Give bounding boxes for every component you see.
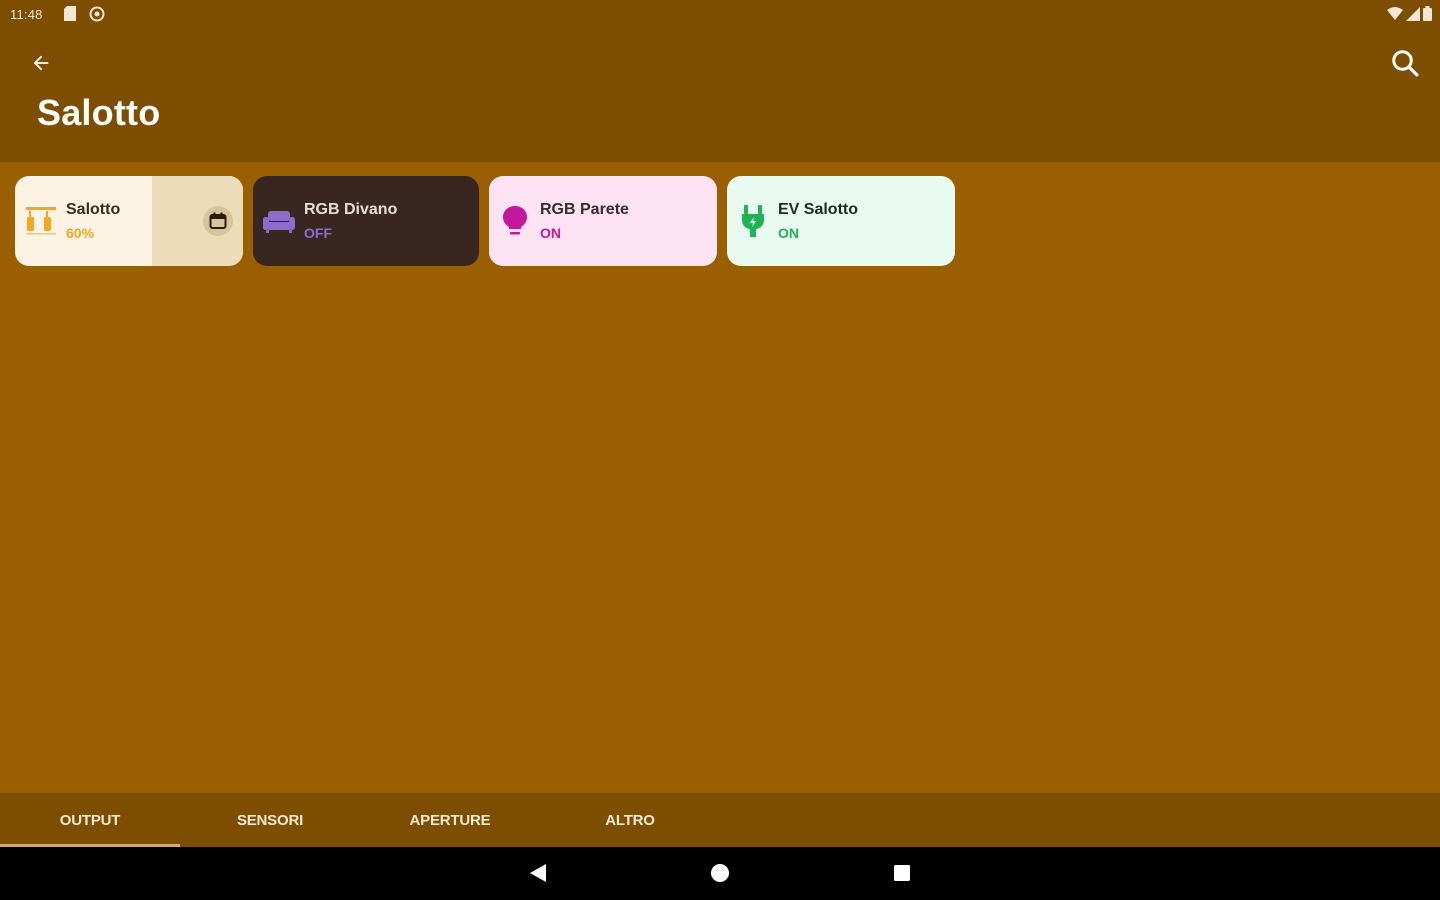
- tile-name: EV Salotto: [778, 201, 859, 218]
- tile-salotto[interactable]: Salotto 60%: [15, 176, 243, 266]
- tile-name: RGB Parete: [540, 201, 629, 218]
- tab-output[interactable]: OUTPUT: [0, 793, 180, 847]
- tile-ev-salotto[interactable]: EV Salotto ON: [727, 176, 955, 266]
- tab-altro[interactable]: ALTRO: [540, 793, 720, 847]
- arrow-back-icon: [33, 55, 49, 71]
- tile-state: 60%: [66, 225, 95, 241]
- tile-rgb-divano[interactable]: RGB Divano OFF: [253, 176, 479, 266]
- tile-state: ON: [778, 225, 799, 241]
- back-button[interactable]: [26, 48, 56, 78]
- tile-name: RGB Divano: [304, 201, 398, 218]
- status-bar: 11:48: [0, 0, 1440, 30]
- lightbulb-icon: [499, 204, 531, 238]
- sofa-icon: [263, 204, 295, 238]
- device-tile-grid: Salotto 60% RGB Divano OFF RGB Parete ON…: [15, 176, 955, 266]
- nav-recents-button[interactable]: [887, 858, 917, 888]
- tile-rgb-parete[interactable]: RGB Parete ON: [489, 176, 717, 266]
- sync-icon: [89, 6, 105, 22]
- plug-icon: [737, 204, 769, 238]
- page-title: Salotto: [37, 92, 161, 133]
- tab-sensori[interactable]: SENSORI: [180, 793, 360, 847]
- search-button[interactable]: [1388, 46, 1422, 80]
- schedule-button[interactable]: [203, 206, 233, 236]
- tab-aperture[interactable]: APERTURE: [360, 793, 540, 847]
- cell-signal-icon: [1406, 6, 1420, 26]
- wifi-icon: [1387, 6, 1403, 26]
- tile-name: Salotto: [66, 201, 121, 218]
- nav-back-button[interactable]: [523, 858, 553, 888]
- tab-bar: OUTPUT SENSORI APERTURE ALTRO: [0, 793, 1440, 847]
- recents-square-icon: [894, 865, 910, 881]
- calendar-icon: [209, 212, 227, 229]
- tile-state: OFF: [304, 225, 332, 241]
- home-circle-icon: [711, 864, 729, 882]
- back-triangle-icon: [530, 864, 546, 882]
- shutter-icon: [25, 204, 57, 238]
- nav-home-button[interactable]: [705, 858, 735, 888]
- status-time: 11:48: [10, 7, 43, 22]
- tile-state: ON: [540, 225, 561, 241]
- battery-icon: [1423, 6, 1432, 26]
- system-nav-bar: [0, 847, 1440, 900]
- sd-card-icon: [64, 6, 76, 21]
- top-app-bar: 11:48 Salotto: [0, 0, 1440, 162]
- search-icon: [1392, 50, 1419, 77]
